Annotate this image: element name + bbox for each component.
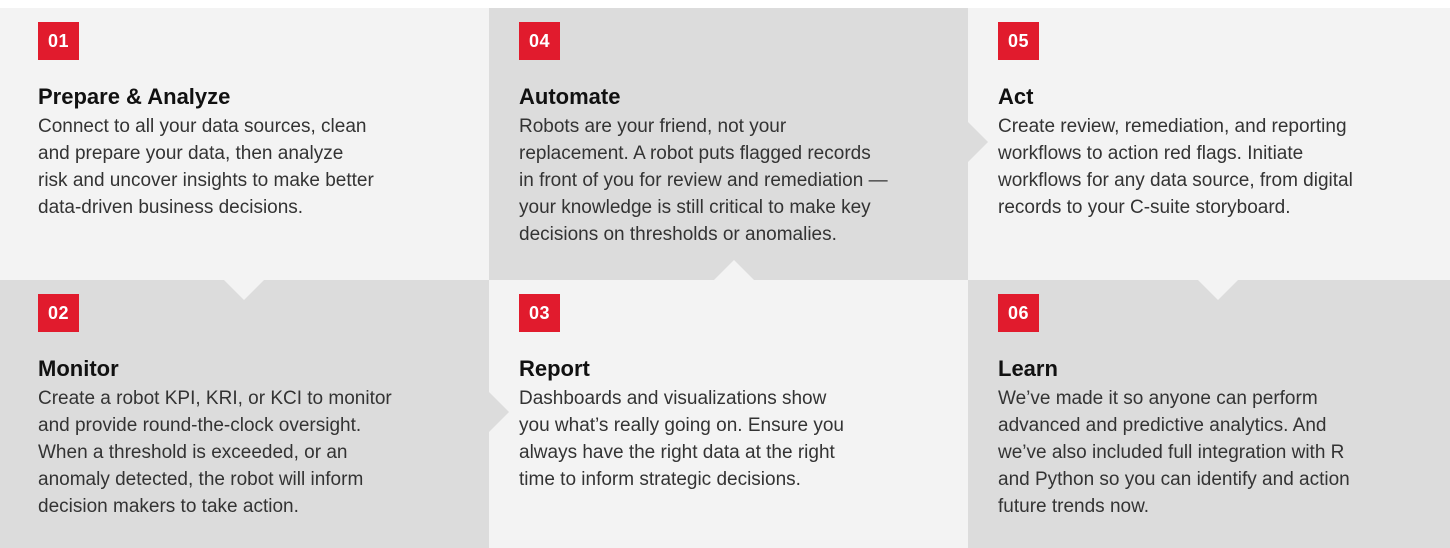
step-card-automate: 04 Automate Robots are your friend, not …: [489, 8, 968, 280]
step-description: Create a robot KPI, KRI, or KCI to monit…: [38, 388, 392, 517]
step-description: Connect to all your data sources, clean …: [38, 116, 374, 218]
step-description: Dashboards and visualizations show you w…: [519, 388, 844, 490]
step-description: We’ve made it so anyone can perform adva…: [998, 388, 1350, 517]
step-number-badge: 05: [998, 22, 1039, 60]
step-number-badge: 02: [38, 294, 79, 332]
step-description: Create review, remediation, and reportin…: [998, 116, 1353, 218]
step-number-badge: 06: [998, 294, 1039, 332]
step-title: Automate: [519, 84, 621, 109]
flow-arrow-up-icon: [714, 260, 754, 280]
step-title: Report: [519, 356, 590, 381]
step-title: Prepare & Analyze: [38, 84, 231, 109]
step-card-act: 05 Act Create review, remediation, and r…: [968, 8, 1450, 280]
step-description: Robots are your friend, not your replace…: [519, 116, 888, 245]
flow-arrow-down-icon: [224, 280, 264, 300]
flow-arrow-down-icon: [1198, 280, 1238, 300]
step-title: Monitor: [38, 356, 119, 381]
step-card-learn: 06 Learn We’ve made it so anyone can per…: [968, 280, 1450, 548]
step-title: Learn: [998, 356, 1058, 381]
step-card-report: 03 Report Dashboards and visualizations …: [489, 280, 968, 548]
flow-arrow-right-icon: [489, 392, 509, 432]
flow-arrow-right-icon: [968, 122, 988, 162]
step-card-prepare-analyze: 01 Prepare & Analyze Connect to all your…: [0, 8, 489, 280]
step-number-badge: 03: [519, 294, 560, 332]
step-card-monitor: 02 Monitor Create a robot KPI, KRI, or K…: [0, 280, 489, 548]
process-grid: 01 Prepare & Analyze Connect to all your…: [0, 0, 1450, 548]
step-number-badge: 04: [519, 22, 560, 60]
step-number-badge: 01: [38, 22, 79, 60]
step-title: Act: [998, 84, 1034, 109]
